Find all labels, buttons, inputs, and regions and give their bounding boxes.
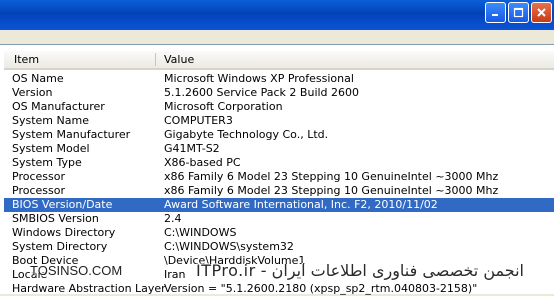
table-row[interactable]: System Manufacturer Gigabyte Technology C…	[4, 128, 554, 142]
row-item: BIOS Version/Date	[12, 198, 113, 211]
row-value: COMPUTER3	[164, 114, 233, 127]
row-item: Version	[12, 86, 53, 99]
row-item: Windows Directory	[12, 226, 116, 239]
row-value: Version = "5.1.2600.2180 (xpsp_sp2_rtm.0…	[164, 282, 478, 295]
title-bar	[0, 0, 554, 30]
table-row[interactable]: Boot Device \Device\HarddiskVolume1	[4, 254, 554, 268]
table-row[interactable]: System Name COMPUTER3	[4, 114, 554, 128]
row-value: C:\WINDOWS\system32	[164, 240, 294, 253]
row-item: Hardware Abstraction Layer	[12, 282, 166, 295]
row-value: Award Software International, Inc. F2, 2…	[164, 198, 438, 211]
row-item: Locale	[12, 268, 48, 281]
row-item: System Type	[12, 156, 82, 169]
row-item: SMBIOS Version	[12, 212, 99, 225]
row-item: System Manufacturer	[12, 128, 131, 141]
table-row[interactable]: System Directory C:\WINDOWS\system32	[4, 240, 554, 254]
row-item: System Name	[12, 114, 89, 127]
row-value: X86-based PC	[164, 156, 241, 169]
row-value: Iran	[164, 268, 186, 281]
row-value: x86 Family 6 Model 23 Stepping 10 Genuin…	[164, 184, 499, 197]
close-button[interactable]	[531, 2, 552, 23]
list-body: OS Name Microsoft Windows XP Professional…	[4, 72, 554, 296]
table-row[interactable]: System Model G41MT-S2	[4, 142, 554, 156]
table-row[interactable]: Windows Directory C:\WINDOWS	[4, 226, 554, 240]
maximize-icon	[513, 7, 524, 18]
table-row[interactable]: Processor x86 Family 6 Model 23 Stepping …	[4, 184, 554, 198]
row-value: 2.4	[164, 212, 182, 225]
table-row[interactable]: System Type X86-based PC	[4, 156, 554, 170]
minimize-button[interactable]	[485, 2, 506, 23]
table-row[interactable]: Locale Iran	[4, 268, 554, 282]
table-row[interactable]: Hardware Abstraction Layer Version = "5.1…	[4, 282, 554, 296]
row-item: Processor	[12, 170, 65, 183]
table-row[interactable]: BIOS Version/Date Award Software Internat…	[4, 198, 554, 212]
table-row[interactable]: OS Manufacturer Microsoft Corporation	[4, 100, 554, 114]
row-value: Gigabyte Technology Co., Ltd.	[164, 128, 329, 141]
close-icon	[537, 8, 546, 17]
list-header: Item Value	[4, 51, 554, 70]
row-item: Processor	[12, 184, 65, 197]
column-divider[interactable]	[155, 53, 156, 66]
row-value: Microsoft Corporation	[164, 100, 283, 113]
system-summary-list: Item Value OS Name Microsoft Windows XP P…	[0, 44, 554, 296]
row-value: 5.1.2600 Service Pack 2 Build 2600	[164, 86, 360, 99]
table-row[interactable]: OS Name Microsoft Windows XP Professional	[4, 72, 554, 86]
row-item: OS Name	[12, 72, 64, 85]
table-row[interactable]: Processor x86 Family 6 Model 23 Stepping …	[4, 170, 554, 184]
row-value: G41MT-S2	[164, 142, 220, 155]
row-item: System Directory	[12, 240, 108, 253]
row-value: \Device\HarddiskVolume1	[164, 254, 306, 267]
table-row[interactable]: Version 5.1.2600 Service Pack 2 Build 260…	[4, 86, 554, 100]
row-value: C:\WINDOWS	[164, 226, 237, 239]
row-item: System Model	[12, 142, 90, 155]
column-header-item[interactable]: Item	[14, 53, 39, 66]
row-value: Microsoft Windows XP Professional	[164, 72, 354, 85]
minimize-icon	[492, 14, 498, 16]
maximize-button[interactable]	[508, 2, 529, 23]
row-value: x86 Family 6 Model 23 Stepping 10 Genuin…	[164, 170, 499, 183]
window-controls	[485, 2, 552, 23]
table-row[interactable]: SMBIOS Version 2.4	[4, 212, 554, 226]
row-item: OS Manufacturer	[12, 100, 105, 113]
column-header-value[interactable]: Value	[164, 53, 194, 66]
row-item: Boot Device	[12, 254, 79, 267]
